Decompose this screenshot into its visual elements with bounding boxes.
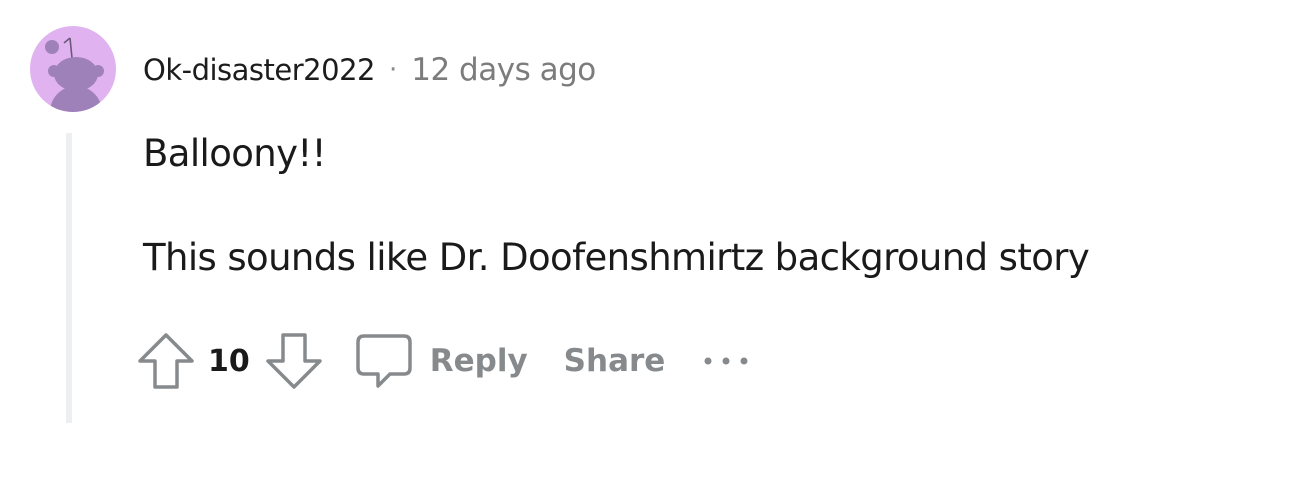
downvote-arrow-icon — [266, 333, 322, 389]
upvote-button[interactable] — [136, 329, 196, 393]
comment-meta: Ok-disaster2022 · 12 days ago — [143, 50, 596, 90]
upvote-arrow-icon — [138, 333, 194, 389]
share-button[interactable]: Share — [564, 343, 666, 379]
reply-label[interactable]: Reply — [430, 343, 528, 379]
avatar[interactable] — [30, 26, 116, 112]
speech-bubble-icon — [356, 334, 412, 388]
reply-button[interactable]: Reply — [354, 330, 528, 392]
downvote-button[interactable] — [264, 329, 324, 393]
meta-separator: · — [388, 55, 398, 85]
more-options-button[interactable] — [701, 351, 751, 371]
snoo-avatar-icon — [45, 37, 104, 112]
comment: Ok-disaster2022 · 12 days ago Balloony!!… — [0, 0, 1303, 478]
vote-count: 10 — [208, 343, 250, 379]
comment-paragraph: This sounds like Dr. Doofenshmirtz backg… — [143, 236, 1090, 279]
comment-paragraph: Balloony!! — [143, 132, 327, 175]
comment-timestamp[interactable]: 12 days ago — [411, 52, 596, 88]
comment-author[interactable]: Ok-disaster2022 — [143, 53, 375, 87]
comment-actions: 10 Reply Share — [136, 326, 751, 396]
thread-line[interactable] — [66, 133, 72, 423]
ellipsis-icon — [704, 357, 748, 365]
comment-body: Balloony!! This sounds like Dr. Doofensh… — [143, 128, 1283, 336]
